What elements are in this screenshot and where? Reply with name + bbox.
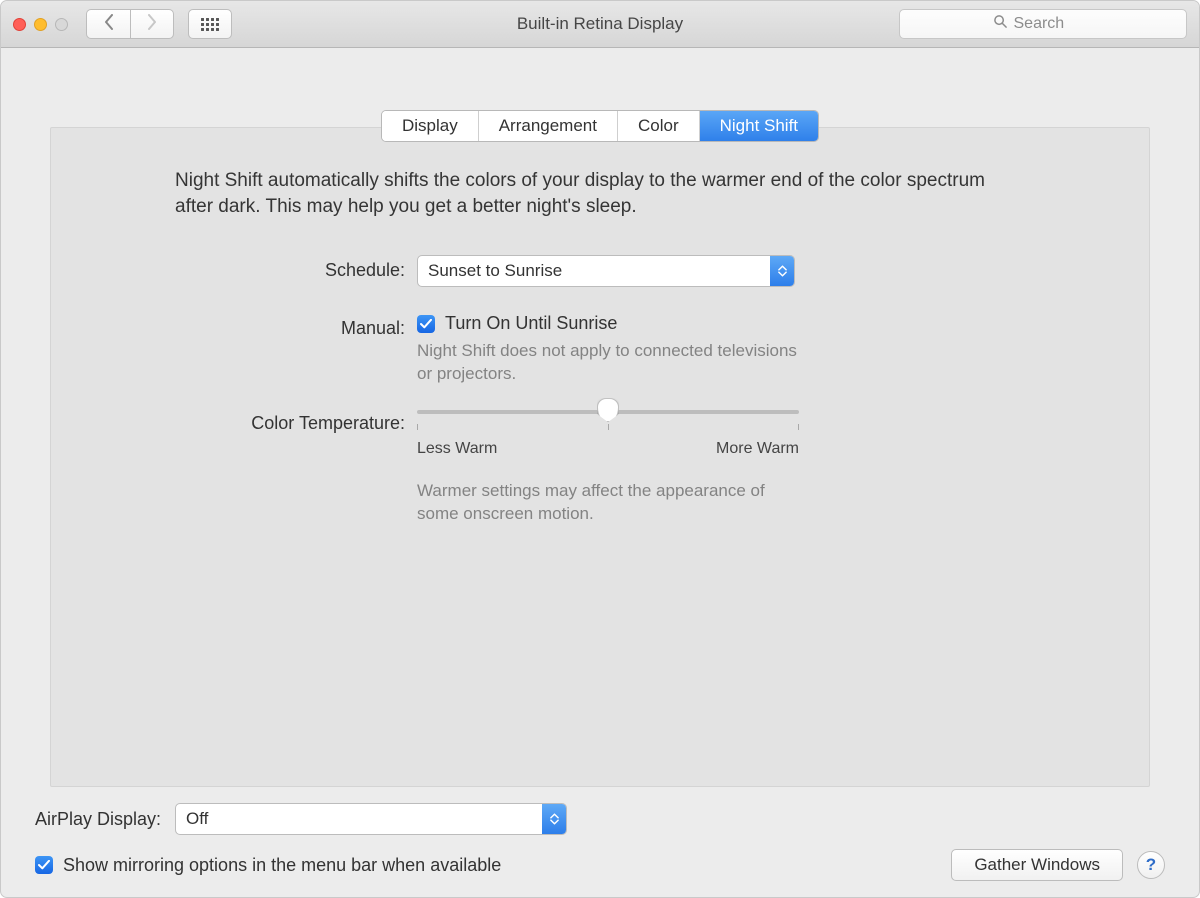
minimize-window-button[interactable]	[34, 18, 47, 31]
bottom-bar: AirPlay Display: Off Show mirroring opti…	[13, 787, 1187, 881]
tab-night-shift[interactable]: Night Shift	[700, 111, 818, 141]
chevron-left-icon	[104, 14, 114, 35]
gather-windows-button[interactable]: Gather Windows	[951, 849, 1123, 881]
zoom-window-button[interactable]	[55, 18, 68, 31]
airplay-popup[interactable]: Off	[175, 803, 567, 835]
manual-hint: Night Shift does not apply to connected …	[417, 340, 797, 386]
close-window-button[interactable]	[13, 18, 26, 31]
mirroring-checkbox[interactable]	[35, 856, 53, 874]
preferences-window: Built-in Retina Display Display Arrangem…	[0, 0, 1200, 898]
popup-arrows-icon	[770, 256, 794, 286]
settings-panel: Night Shift automatically shifts the col…	[50, 127, 1150, 787]
color-temperature-slider[interactable]: Less Warm More Warm	[417, 408, 799, 458]
tab-bar: Display Arrangement Color Night Shift	[13, 110, 1187, 142]
nav-buttons	[86, 9, 174, 39]
grid-icon	[201, 18, 219, 31]
slider-hint: Warmer settings may affect the appearanc…	[417, 480, 797, 526]
slider-label-less: Less Warm	[417, 440, 497, 458]
airplay-label: AirPlay Display:	[35, 809, 161, 830]
schedule-value: Sunset to Sunrise	[418, 256, 770, 286]
back-button[interactable]	[86, 9, 130, 39]
manual-checkbox[interactable]	[417, 315, 435, 333]
slider-ticks	[417, 424, 799, 430]
manual-checkbox-label: Turn On Until Sunrise	[445, 313, 617, 334]
window-controls	[13, 18, 68, 31]
slider-label-more: More Warm	[716, 440, 799, 458]
mirroring-checkbox-label: Show mirroring options in the menu bar w…	[63, 855, 501, 876]
airplay-value: Off	[176, 804, 542, 834]
checkmark-icon	[420, 319, 432, 329]
show-all-button[interactable]	[188, 9, 232, 39]
night-shift-description: Night Shift automatically shifts the col…	[175, 168, 1025, 219]
slider-labels: Less Warm More Warm	[417, 440, 799, 458]
forward-button[interactable]	[130, 9, 174, 39]
search-field-wrapper[interactable]	[899, 9, 1187, 39]
tab-display[interactable]: Display	[382, 111, 479, 141]
content-area: Display Arrangement Color Night Shift Ni…	[1, 48, 1199, 897]
schedule-popup[interactable]: Sunset to Sunrise	[417, 255, 795, 287]
chevron-right-icon	[147, 14, 157, 35]
manual-label: Manual:	[175, 313, 405, 339]
search-icon	[993, 14, 1014, 34]
tab-color[interactable]: Color	[618, 111, 700, 141]
checkmark-icon	[38, 860, 50, 870]
titlebar: Built-in Retina Display	[1, 1, 1199, 48]
popup-arrows-icon	[542, 804, 566, 834]
help-button[interactable]: ?	[1137, 851, 1165, 879]
schedule-label: Schedule:	[175, 255, 405, 281]
tab-arrangement[interactable]: Arrangement	[479, 111, 618, 141]
slider-knob[interactable]	[597, 398, 619, 422]
color-temperature-label: Color Temperature:	[175, 408, 405, 434]
search-input[interactable]	[1014, 15, 1094, 33]
